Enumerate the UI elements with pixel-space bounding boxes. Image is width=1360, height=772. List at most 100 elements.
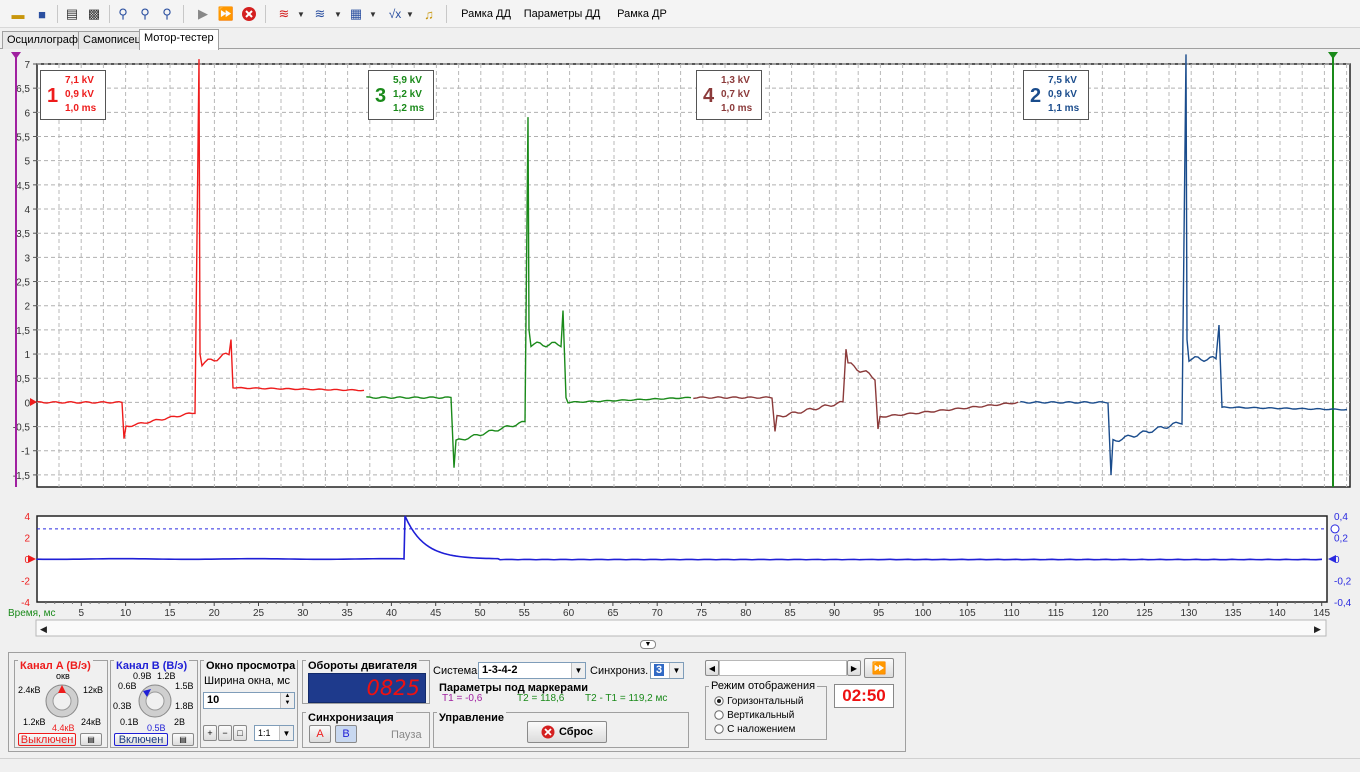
knob-label: 2В (174, 717, 186, 727)
zoom-in-icon[interactable]: + (203, 725, 217, 741)
channel-b-settings-icon[interactable]: ▤ (172, 733, 194, 746)
y-tick-label: 3 (24, 253, 30, 264)
reset-icon (541, 725, 555, 739)
channel-b-plot[interactable]: 420-2-40,40,20-0,2-0,4Время, мс 5 10 15 20 25… (0, 508, 1360, 640)
filter-b-dropdown-icon[interactable]: ▼ (333, 4, 343, 24)
spark-voltage: 7,5 kV (1048, 75, 1077, 86)
zoom-reset-icon[interactable]: ⚲ (135, 4, 155, 24)
print-preview-icon[interactable]: ▤ (62, 4, 82, 24)
sqrt-dropdown-icon[interactable]: ▼ (405, 4, 415, 24)
system-select[interactable]: 1-3-4-2 ▼ (478, 662, 586, 679)
zoom-out-icon[interactable]: ⚲ (157, 4, 177, 24)
reset-label: Сброс (558, 726, 593, 738)
channel-b-knob[interactable] (137, 683, 173, 719)
pause-label[interactable]: Пауза (391, 729, 422, 741)
scale-select[interactable]: 1:1 ▼ (254, 725, 294, 741)
knob-label: 12кВ (83, 685, 103, 695)
sync-cylinder-value: 3 (654, 664, 665, 676)
stop-icon[interactable] (240, 4, 258, 24)
channel-a-knob[interactable] (44, 683, 80, 719)
mode-overlay-radio[interactable]: С наложением (714, 723, 795, 735)
main-oscillogram[interactable]: 76,565,554,543,532,521,510,50-0,5-1-1,5 (0, 50, 1360, 494)
zero-marker (30, 398, 37, 406)
y-tick-label: 5 (24, 157, 30, 168)
scale-value: 1:1 (258, 728, 271, 738)
filter-a-dropdown-icon[interactable]: ▼ (296, 4, 306, 24)
params-dd-button[interactable]: Параметры ДД (522, 4, 602, 24)
sync-cylinder-select[interactable]: 3 ▼ (650, 662, 684, 679)
tab-oscilloscope[interactable]: Осциллограф (2, 31, 83, 49)
x-tick-label: 145 (1313, 608, 1330, 619)
channel-a-settings-icon[interactable]: ▤ (80, 733, 102, 746)
y-tick-label: 5,5 (16, 133, 30, 144)
control-title: Управление (437, 712, 507, 724)
knob-label: 4.4кВ (52, 723, 75, 733)
calculator-icon[interactable]: ▦ (347, 4, 365, 24)
burn-time: 1,1 ms (1048, 103, 1080, 114)
y-tick-label-right: -0,2 (1334, 577, 1352, 588)
mode-label: С наложением (727, 724, 796, 735)
fast-forward-green-icon[interactable]: ⏩ (864, 658, 894, 678)
x-tick-label: 15 (164, 608, 176, 619)
x-axis-label: Время, мс (8, 608, 56, 619)
scroll-track[interactable] (719, 660, 847, 676)
sync-a-button[interactable]: A (309, 725, 331, 743)
marker-t1-handle (11, 52, 21, 59)
knob-label: 0.5В (147, 723, 166, 733)
spark-voltage: 5,9 kV (393, 75, 422, 86)
channel-a-toggle-button[interactable]: Выключен (18, 733, 76, 746)
display-mode-title: Режим отображения (709, 680, 818, 692)
zoom-in-icon[interactable]: ⚲ (113, 4, 133, 24)
tab-motor-tester[interactable]: Мотор-тестер (139, 29, 219, 50)
x-tick-label: 110 (1004, 608, 1020, 619)
system-label: Система (433, 665, 478, 677)
sync-b-button[interactable]: B (335, 725, 357, 743)
marker-t2-handle (1328, 52, 1338, 59)
y-tick-label-right: -0,4 (1334, 598, 1352, 609)
filter-a-icon[interactable]: ≋ (274, 4, 294, 24)
fast-forward-icon[interactable]: ⏩ (216, 4, 236, 24)
frame-dr-button[interactable]: Рамка ДР (612, 4, 672, 24)
collapse-toggle-icon[interactable]: ▼ (640, 640, 656, 649)
x-tick-label: 25 (253, 608, 265, 619)
rpm-display: 0825 (308, 673, 426, 703)
y-tick-label: 6,5 (16, 84, 30, 95)
reset-button[interactable]: Сброс (527, 721, 607, 743)
zoom-out-icon[interactable]: − (218, 725, 232, 741)
y-tick-label: 3,5 (16, 229, 30, 240)
mode-horizontal-radio[interactable]: Горизонтальный (714, 695, 803, 707)
play-icon[interactable]: ▶ (194, 4, 212, 24)
h-scrollbar (35, 619, 1327, 637)
mode-vertical-radio[interactable]: Вертикальный (714, 709, 794, 721)
save-icon[interactable]: ■ (32, 4, 52, 24)
sqrt-icon[interactable]: √x (384, 4, 406, 24)
print-icon[interactable]: ▩ (84, 4, 104, 24)
cylinder-3-marker: 3 5,9 kV 1,2 kV 1,2 ms (368, 70, 434, 120)
x-tick-label: 130 (1180, 608, 1197, 619)
x-tick-label: 90 (829, 608, 841, 619)
burn-voltage: 0,9 kV (1048, 89, 1077, 100)
channel-b-toggle-button[interactable]: Включен (114, 733, 168, 746)
rpm-group: Обороты двигателя 0825 (302, 660, 430, 704)
threshold-handle (1330, 524, 1340, 534)
page-icon[interactable]: □ (233, 725, 247, 741)
y-tick-label: 4 (24, 512, 30, 523)
window-width-input[interactable]: 10 ▲ ▼ (203, 692, 295, 709)
tab-bar: Осциллограф Самописец Мотор-тестер (0, 28, 1360, 50)
knob-label: 0.3В (113, 701, 132, 711)
scroll-right-icon[interactable]: ▶ (847, 660, 861, 676)
x-tick-label: 65 (607, 608, 619, 619)
cylinder-number: 3 (375, 85, 387, 107)
cylinder-number: 2 (1030, 85, 1042, 107)
x-tick-label: 10 (120, 608, 132, 619)
filter-b-icon[interactable]: ≋ (310, 4, 330, 24)
folder-open-icon[interactable]: ▬ (8, 4, 28, 24)
cylinder-2-marker: 2 7,5 kV 0,9 kV 1,1 ms (1023, 70, 1089, 120)
sound-icon[interactable]: ♫ (420, 4, 438, 24)
calculator-dropdown-icon[interactable]: ▼ (368, 4, 378, 24)
scroll-left-icon[interactable]: ◀ (705, 660, 719, 676)
spinner-icon[interactable]: ▲ ▼ (280, 693, 294, 708)
system-value: 1-3-4-2 (482, 664, 518, 676)
frame-dd-button[interactable]: Рамка ДД (456, 4, 516, 24)
tab-recorder[interactable]: Самописец (78, 31, 146, 49)
